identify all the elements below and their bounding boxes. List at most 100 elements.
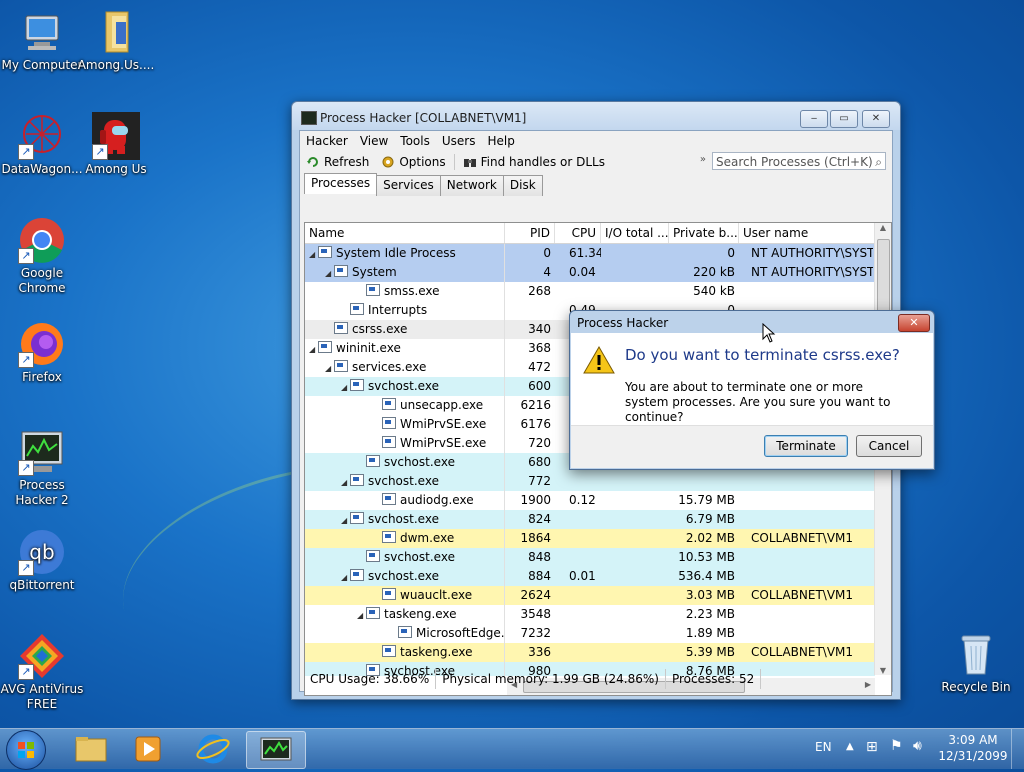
menu-view[interactable]: View xyxy=(354,131,394,151)
process-row[interactable]: ◢ taskeng.exe 3548 2.23 MB xyxy=(305,605,875,624)
window-titlebar[interactable]: Process Hacker [COLLABNET\VM1] ‒ ▭ ✕ xyxy=(292,102,900,130)
desktop-icon-avg[interactable]: ↗ AVG AntiVirus FREE xyxy=(0,632,84,712)
process-private-bytes xyxy=(669,472,739,491)
process-row[interactable]: ◢ svchost.exe 772 xyxy=(305,472,875,491)
process-row[interactable]: MicrosoftEdge... 7232 1.89 MB xyxy=(305,624,875,643)
folder-icon xyxy=(92,8,140,56)
tree-toggle-icon[interactable]: ◢ xyxy=(341,473,350,491)
search-input[interactable]: Search Processes (Ctrl+K) ⌕ xyxy=(712,152,886,170)
process-name: svchost.exe xyxy=(384,550,455,564)
menu-tools[interactable]: Tools xyxy=(394,131,436,151)
taskbar-explorer[interactable] xyxy=(62,731,120,767)
process-row[interactable]: smss.exe 268 540 kB xyxy=(305,282,875,301)
process-pid: 368 xyxy=(528,341,551,355)
process-row[interactable]: taskeng.exe 336 5.39 MB COLLABNET\VM1 xyxy=(305,643,875,662)
desktop-icon-qbittorrent[interactable]: qb ↗ qBittorrent xyxy=(0,528,84,593)
tree-toggle-icon[interactable]: ◢ xyxy=(341,378,350,396)
desktop-icon-recycle-bin[interactable]: Recycle Bin xyxy=(934,630,1018,695)
toolbar-overflow-icon[interactable]: » xyxy=(700,154,706,165)
process-cpu xyxy=(555,510,601,529)
dialog-close-button[interactable]: ✕ xyxy=(898,314,930,332)
process-name-cell: svchost.exe xyxy=(305,453,505,472)
minimize-button[interactable]: ‒ xyxy=(800,110,828,128)
start-button[interactable] xyxy=(6,730,46,770)
process-name-cell: svchost.exe xyxy=(305,548,505,567)
options-button[interactable]: Options xyxy=(375,155,451,169)
find-handles-button[interactable]: Find handles or DLLs xyxy=(457,155,611,169)
tree-toggle-icon[interactable]: ◢ xyxy=(309,245,318,263)
process-pid xyxy=(505,301,555,320)
taskbar-internet-explorer[interactable] xyxy=(184,731,242,767)
tree-toggle-icon[interactable]: ◢ xyxy=(341,568,350,586)
menu-help[interactable]: Help xyxy=(481,131,520,151)
desktop-icon-my-computer[interactable]: My Computer xyxy=(0,8,84,73)
tab-strip: Processes Services Network Disk xyxy=(304,173,892,196)
show-hidden-icons-icon[interactable]: ▲ xyxy=(846,741,854,752)
process-io-total xyxy=(601,244,669,263)
desktop-icon-datawagon[interactable]: ↗ DataWagon... xyxy=(0,112,84,177)
desktop-icon-among-us-folder[interactable]: Among.Us.... xyxy=(74,8,158,73)
toolbar: Refresh Options Find handles or DLLs » S… xyxy=(300,151,892,173)
column-header-cpu[interactable]: CPU xyxy=(555,223,601,243)
process-row[interactable]: wuauclt.exe 2624 3.03 MB COLLABNET\VM1 xyxy=(305,586,875,605)
shortcut-arrow-icon: ↗ xyxy=(18,144,34,160)
close-button[interactable]: ✕ xyxy=(862,110,890,128)
process-row[interactable]: ◢ System 4 0.04 220 kB NT AUTHORITY\SYSTEM xyxy=(305,263,875,282)
status-physical-memory: Physical memory: 1.99 GB (24.86%) xyxy=(436,669,666,689)
clock-date: 12/31/2099 xyxy=(938,749,1008,763)
column-header-pid[interactable]: PID xyxy=(505,223,555,243)
process-row[interactable]: dwm.exe 1864 2.02 MB COLLABNET\VM1 xyxy=(305,529,875,548)
process-row[interactable]: ◢ svchost.exe 884 0.01 536.4 MB xyxy=(305,567,875,586)
media-player-icon xyxy=(135,736,161,762)
tree-toggle-icon[interactable]: ◢ xyxy=(325,359,334,377)
tree-toggle-icon[interactable]: ◢ xyxy=(357,606,366,624)
taskbar-media-player[interactable] xyxy=(120,731,178,767)
menu-users[interactable]: Users xyxy=(436,131,482,151)
process-name-cell: ◢ svchost.exe xyxy=(305,510,505,529)
process-row[interactable]: svchost.exe 848 10.53 MB xyxy=(305,548,875,567)
tree-toggle-icon[interactable]: ◢ xyxy=(309,340,318,358)
process-private-bytes: 540 kB xyxy=(693,284,735,298)
process-io-total xyxy=(601,567,669,586)
taskbar-process-hacker[interactable] xyxy=(246,731,306,769)
clock[interactable]: 3:09 AM 12/31/2099 xyxy=(938,732,1008,764)
terminate-button[interactable]: Terminate xyxy=(764,435,848,457)
process-name: wuauclt.exe xyxy=(400,588,473,602)
scroll-up-arrow[interactable]: ▲ xyxy=(875,223,891,232)
tab-disk[interactable]: Disk xyxy=(502,175,543,196)
process-row[interactable]: ◢ System Idle Process 0 61.34 0 NT AUTHORITY\… xyxy=(305,244,875,263)
tab-network[interactable]: Network xyxy=(439,175,504,196)
desktop-icon-label: AVG AntiVirus FREE xyxy=(0,682,84,711)
menu-hacker[interactable]: Hacker xyxy=(300,131,354,151)
language-indicator[interactable]: EN xyxy=(815,740,832,754)
column-header-user-name[interactable]: User name xyxy=(739,223,873,243)
show-desktop-button[interactable] xyxy=(1011,729,1024,769)
column-header-io[interactable]: I/O total ... xyxy=(601,223,669,243)
tab-services[interactable]: Services xyxy=(376,175,441,196)
datawagon-icon: ↗ xyxy=(18,112,66,160)
process-name-cell: unsecapp.exe xyxy=(305,396,505,415)
refresh-button[interactable]: Refresh xyxy=(300,155,375,169)
tab-processes[interactable]: Processes xyxy=(304,173,378,194)
column-header-private-bytes[interactable]: Private b... xyxy=(669,223,739,243)
desktop-icon-among-us[interactable]: ↗ Among Us xyxy=(74,112,158,177)
process-name: taskeng.exe xyxy=(384,607,457,621)
maximize-button[interactable]: ▭ xyxy=(830,110,858,128)
process-io-total xyxy=(601,472,669,491)
tree-toggle-icon[interactable]: ◢ xyxy=(325,264,334,282)
process-name-cell: Interrupts xyxy=(305,301,505,320)
column-header-name[interactable]: Name xyxy=(305,223,505,243)
action-center-flag-icon[interactable]: ⚑ xyxy=(890,738,903,754)
cancel-button[interactable]: Cancel xyxy=(856,435,922,457)
process-row[interactable]: ◢ svchost.exe 824 6.79 MB xyxy=(305,510,875,529)
desktop-icon-process-hacker[interactable]: ↗ Process Hacker 2 xyxy=(0,428,84,508)
process-name-cell: smss.exe xyxy=(305,282,505,301)
desktop-icon-firefox[interactable]: ↗ Firefox xyxy=(0,320,84,385)
dialog-message: You are about to terminate one or more s… xyxy=(625,380,891,424)
tree-toggle-icon[interactable]: ◢ xyxy=(341,511,350,529)
process-name: svchost.exe xyxy=(368,379,439,393)
process-row[interactable]: audiodg.exe 1900 0.12 15.79 MB xyxy=(305,491,875,510)
desktop-icon-chrome[interactable]: ↗ Google Chrome xyxy=(0,216,84,296)
volume-icon[interactable]: 🔊︎ xyxy=(913,738,922,754)
network-icon[interactable]: ⊞ xyxy=(866,739,878,755)
